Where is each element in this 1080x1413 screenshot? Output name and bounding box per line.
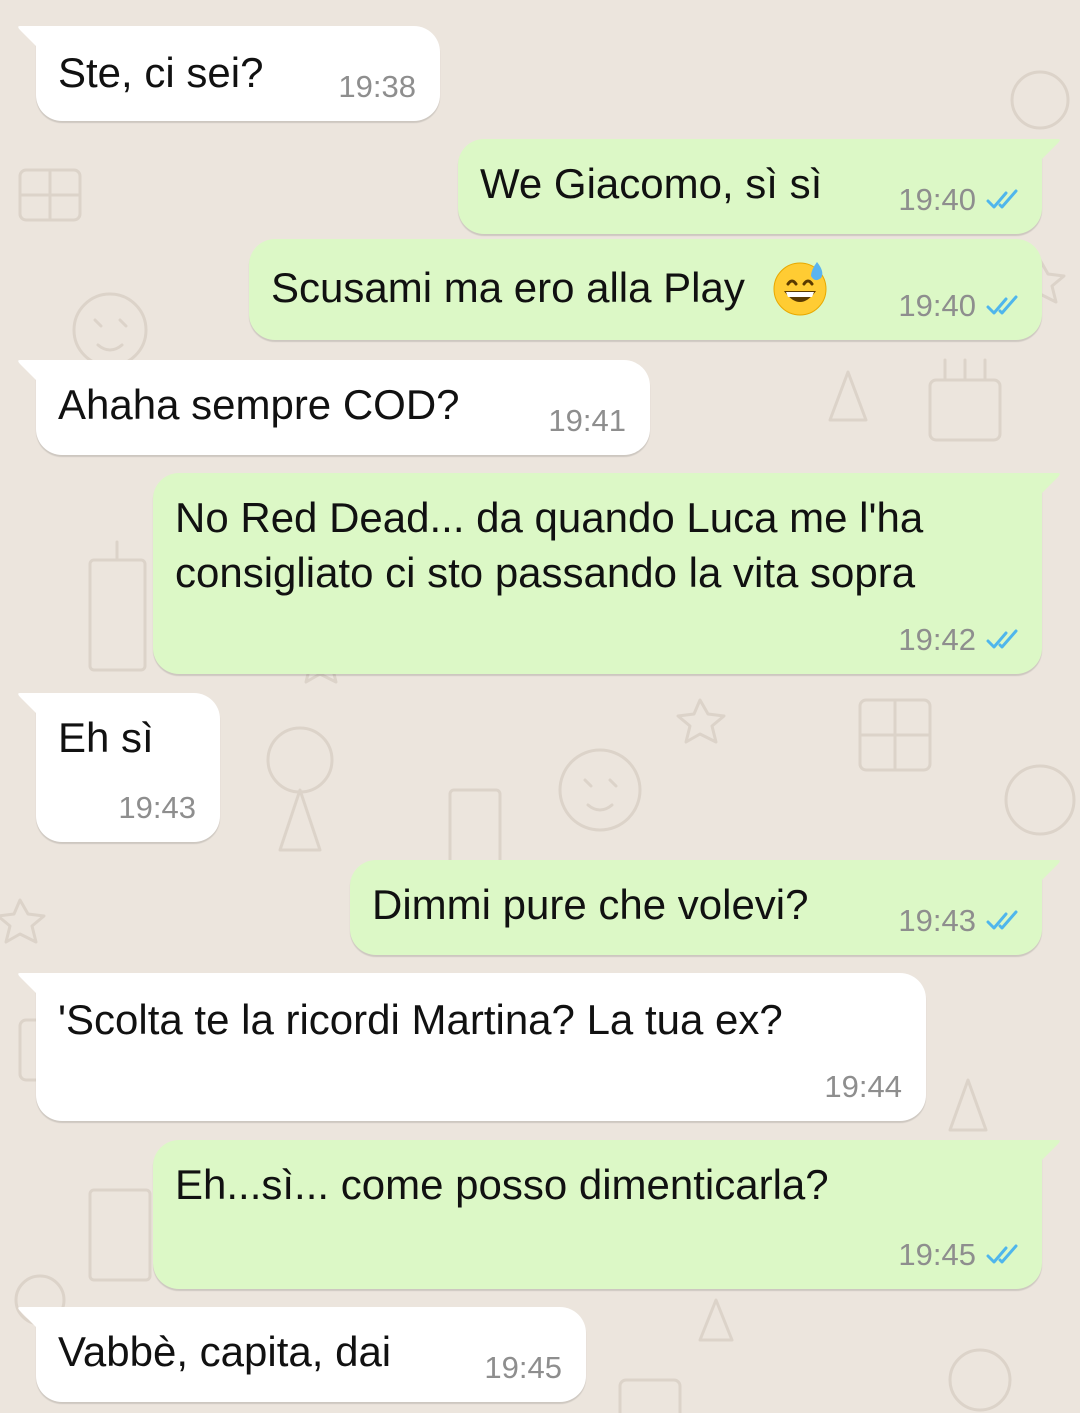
message-text: Scusami ma ero alla Play [271,264,745,311]
message-meta: 19:44 [824,1069,902,1105]
message-text: Eh sì [58,714,154,761]
message-text: Eh...sì... come posso dimenticarla? [175,1161,829,1208]
message-timestamp: 19:44 [824,1069,902,1104]
message-timestamp: 19:45 [898,1237,976,1272]
message-text: 'Scolta te la ricordi Martina? La tua ex… [58,996,783,1043]
outgoing-message[interactable]: Eh...sì... come posso dimenticarla? 19:4… [153,1140,1060,1289]
message-meta: 19:43 [118,790,196,826]
message-timestamp: 19:40 [898,182,976,217]
incoming-message[interactable]: 'Scolta te la ricordi Martina? La tua ex… [18,973,926,1121]
message-text: Ste, ci sei? [58,49,264,96]
message-meta: 19:40 [898,182,1022,218]
bubble-tail-icon [1040,860,1060,882]
bubble-tail-icon [18,360,38,382]
message-meta: 19:41 [548,403,626,439]
bubble-tail-icon [18,693,38,715]
message-text-line: consigliato ci sto passando la vita sopr… [175,549,916,596]
message-text: Ahaha sempre COD? [58,381,460,428]
read-ticks-icon [986,295,1018,315]
read-ticks-icon [986,629,1018,649]
message-meta: 19:42 [898,622,1022,658]
message-timestamp: 19:43 [898,903,976,938]
incoming-message[interactable]: Ahaha sempre COD? 19:41 [18,360,650,455]
message-text: Dimmi pure che volevi? [372,881,809,928]
bubble-tail-icon [18,973,38,995]
incoming-message[interactable]: Ste, ci sei? 19:38 [18,26,440,121]
message-text-line: No Red Dead... da quando Luca me l'ha [175,494,924,541]
incoming-message[interactable]: Eh sì 19:43 [18,693,220,842]
message-text-row: Scusami ma ero alla Play [271,261,829,316]
message-timestamp: 19:43 [118,790,196,825]
read-ticks-icon [986,189,1018,209]
incoming-message[interactable]: Vabbè, capita, dai 19:45 [18,1307,586,1402]
message-text: We Giacomo, sì sì [480,160,823,207]
message-meta: 19:45 [898,1237,1022,1273]
outgoing-message[interactable]: We Giacomo, sì sì 19:40 [458,139,1060,234]
outgoing-message[interactable]: Dimmi pure che volevi? 19:43 [350,860,1060,955]
message-meta: 19:40 [898,288,1022,324]
message-text: Vabbè, capita, dai [58,1328,392,1375]
bubble-tail-icon [1040,139,1060,161]
message-timestamp: 19:40 [898,288,976,323]
bubble-tail-icon [18,26,38,48]
message-meta: 19:43 [898,903,1022,939]
bubble-tail-icon [1040,473,1060,495]
grinning-face-with-sweat-icon [773,261,827,316]
message-timestamp: 19:42 [898,622,976,657]
bubble-tail-icon [18,1307,38,1329]
read-ticks-icon [986,910,1018,930]
message-timestamp: 19:45 [484,1350,562,1385]
read-ticks-icon [986,1244,1018,1264]
message-meta: 19:38 [338,69,416,105]
message-timestamp: 19:41 [548,403,626,438]
message-timestamp: 19:38 [338,69,416,104]
outgoing-message[interactable]: No Red Dead... da quando Luca me l'ha co… [153,473,1060,674]
outgoing-message[interactable]: Scusami ma ero alla Play 19:40 [249,239,1042,340]
message-meta: 19:45 [484,1350,562,1386]
bubble-tail-icon [1040,1140,1060,1162]
